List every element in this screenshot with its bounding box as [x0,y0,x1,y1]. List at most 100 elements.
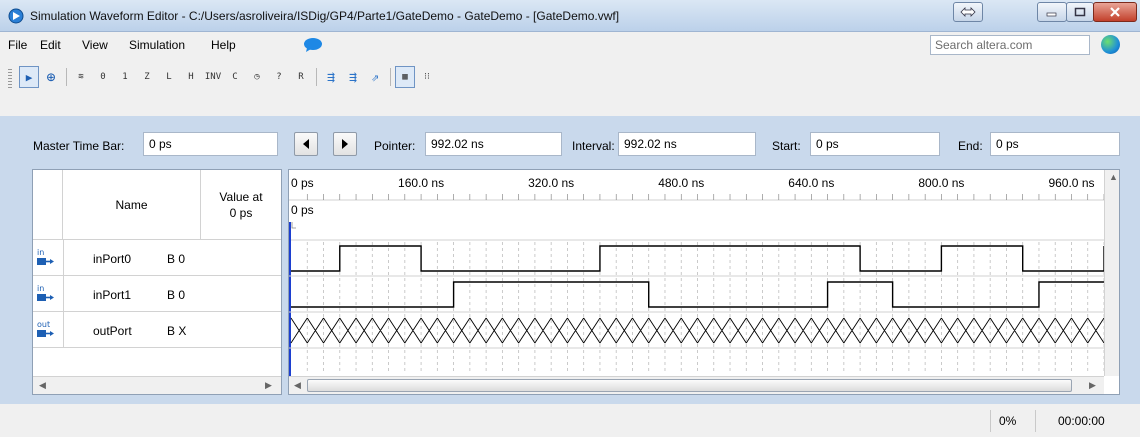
signal-list-header: Name Value at 0 ps [33,170,281,240]
waveform-vscrollbar[interactable]: ▲ [1104,170,1119,376]
window-title: Simulation Waveform Editor - C:/Users/as… [30,9,620,23]
menu-view[interactable]: View [82,38,108,52]
signal-value: B 0 [167,252,186,266]
interval-label: Interval: [572,139,615,153]
interval-field: 992.02 ns [618,132,756,156]
menu-bar: File Edit View Simulation Help Search al… [0,32,1140,58]
hscroll-thumb[interactable] [307,379,1072,392]
close-icon [1110,7,1120,17]
globe-icon[interactable] [1101,35,1120,54]
signal-name: outPort [93,324,132,338]
high-impedance-icon[interactable]: Z [137,66,157,88]
menu-help[interactable]: Help [211,38,236,52]
waveform-hscrollbar[interactable]: ◀ ▶ [289,376,1104,394]
toolbar-separator [66,68,67,86]
minimize-button[interactable] [1037,2,1067,22]
output-pin-icon: out [37,320,54,337]
minimize-icon [1046,12,1057,17]
time-tick-label: 640.0 ns [788,176,834,190]
waveform-panel[interactable]: 0 ps 160.0 ns 320.0 ns 480.0 ns 640.0 ns 800.… [288,169,1120,395]
forcing-high-icon[interactable]: 1 [115,66,135,88]
value-column-label: Value at [219,190,263,204]
cursor-row [289,200,1104,240]
pointer-tool-icon[interactable]: ▶ [19,66,39,88]
random-values-icon[interactable]: R [291,66,311,88]
maximize-button[interactable] [1066,2,1094,22]
menu-simulation[interactable]: Simulation [129,38,185,52]
toolbar: ▶ ⊕ ≋ 0 1 Z L H INV C ◷? R ⇶ ⇶ ⇗ ▦ ⁝⁝ [0,58,1140,116]
signal-value: B X [167,324,187,338]
progress-percent: 0% [990,410,1030,432]
time-tick-label: 960.0 ns [1048,176,1094,190]
wave-scroll-right-icon[interactable]: ▶ [1089,380,1096,391]
arrow-left-icon [303,139,309,149]
title-bar: Simulation Waveform Editor - C:/Users/as… [0,0,1140,32]
signal-list-panel: Name Value at 0 ps in inPort0 B 0 in inPort1… [32,169,282,395]
menu-edit[interactable]: Edit [40,38,61,52]
status-bar: 0% 00:00:00 [0,404,1140,437]
svg-text:in: in [37,284,44,293]
arbitrary-value-icon[interactable]: ? [269,66,289,88]
snap-to-grid-icon[interactable]: ▦ [395,66,415,88]
master-time-bar-field[interactable]: 0 ps [143,132,278,156]
column-divider [63,240,64,276]
chat-bubble-icon[interactable] [303,37,323,53]
end-label: End: [958,139,983,153]
column-divider [63,312,64,348]
input-pin-icon: in [37,284,54,301]
restore-arrows-icon [960,7,976,17]
restore-button[interactable] [953,2,983,22]
generate-netlist-icon[interactable]: ⇗ [365,66,385,88]
pointer-label: Pointer: [374,139,416,153]
forcing-low-icon[interactable]: 0 [93,66,113,88]
master-time-bar-label: Master Time Bar: [33,139,125,153]
signal-list-hscrollbar[interactable]: ◀ ▶ [33,376,281,394]
time-tick-label: 800.0 ns [918,176,964,190]
run-functional-simulation-icon[interactable]: ⇶ [321,66,341,88]
signal-row[interactable]: out outPort B X [33,312,281,348]
scroll-up-icon[interactable]: ▲ [1109,172,1118,182]
header-icon-column [33,170,63,240]
run-timing-simulation-icon[interactable]: ⇶ [343,66,363,88]
elapsed-time: 00:00:00 [1035,410,1125,432]
zoom-tool-icon[interactable]: ⊕ [41,66,61,88]
time-tick-label: 480.0 ns [658,176,704,190]
overwrite-clock-icon[interactable]: ◷ [247,66,267,88]
name-column-label: Name [115,198,148,212]
time-tick-label: 0 ps [291,176,314,190]
value-column-time: 0 ps [229,206,253,220]
wave-scroll-left-icon[interactable]: ◀ [294,380,301,391]
toolbar-separator [390,68,391,86]
pointer-field: 992.02 ns [425,132,562,156]
previous-transition-button[interactable] [294,132,318,156]
time-tick-label: 320.0 ns [528,176,574,190]
count-value-icon[interactable]: C [225,66,245,88]
signal-row[interactable]: in inPort1 B 0 [33,276,281,312]
weak-high-icon[interactable]: H [181,66,201,88]
toolbar-grip[interactable] [8,69,12,89]
start-field: 0 ps [810,132,940,156]
unknown-x-icon[interactable]: ≋ [71,66,91,88]
signal-row[interactable]: in inPort0 B 0 [33,240,281,276]
weak-low-icon[interactable]: L [159,66,179,88]
next-transition-button[interactable] [333,132,357,156]
menu-file[interactable]: File [8,38,27,52]
scroll-left-icon[interactable]: ◀ [39,380,46,391]
name-column-header[interactable]: Name [63,170,201,240]
svg-text:out: out [37,320,50,329]
value-column-header[interactable]: Value at 0 ps [201,170,281,240]
time-tick-label: 160.0 ns [398,176,444,190]
maximize-icon [1074,7,1086,17]
grid-settings-icon[interactable]: ⁝⁝ [417,66,437,88]
signal-name: inPort1 [93,288,132,302]
scroll-right-icon[interactable]: ▶ [265,380,272,391]
signal-value: B 0 [167,288,186,302]
waveform-canvas[interactable]: 0 ps 160.0 ns 320.0 ns 480.0 ns 640.0 ns 800.… [289,170,1104,376]
invert-icon[interactable]: INV [203,66,223,88]
input-pin-icon: in [37,248,54,265]
column-divider [63,276,64,312]
search-input[interactable]: Search altera.com [930,35,1090,55]
signal-name: inPort0 [93,252,132,266]
close-button[interactable] [1093,2,1137,22]
app-icon [8,8,24,24]
